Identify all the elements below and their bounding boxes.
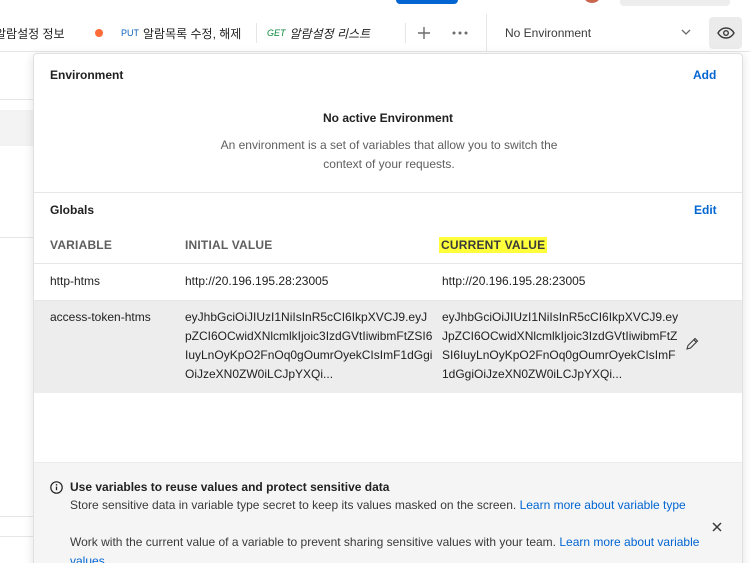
divider: [0, 516, 34, 517]
divider: [0, 99, 34, 100]
table-row[interactable]: access-token-htms eyJhbGciOiJIUzI1NiIsIn…: [34, 301, 742, 393]
empty-environment-title: No active Environment: [322, 111, 454, 125]
column-header-initial-value: INITIAL VALUE: [185, 238, 273, 252]
close-icon[interactable]: [710, 520, 724, 534]
more-tabs-button[interactable]: [447, 20, 473, 46]
unsaved-dot-icon: [94, 29, 103, 37]
environment-selector-value: No Environment: [505, 26, 592, 40]
plus-icon: [418, 27, 430, 39]
tab-alarm-list-update[interactable]: PUT 알람목록 수정, 해제: [121, 14, 241, 52]
info-title: Use variables to reuse values and protec…: [70, 480, 390, 494]
avatar[interactable]: [585, 0, 599, 3]
globals-heading: Globals: [50, 203, 95, 217]
tab-alarm-settings-info[interactable]: 알람설정 정보: [0, 14, 121, 52]
tab-alarm-settings-list[interactable]: GET 알람설정 리스트: [267, 14, 370, 52]
method-badge: GET: [267, 28, 286, 38]
divider: [0, 237, 34, 238]
tab-divider: [405, 23, 406, 43]
tab-label: 알람설정 정보: [0, 26, 65, 41]
method-badge: PUT: [121, 28, 139, 38]
background-row: [0, 110, 34, 146]
environment-heading: Environment: [50, 68, 124, 82]
info-text: Work with the current value of a variabl…: [70, 535, 560, 549]
table-row[interactable]: http-htms http://20.196.195.28:23005 htt…: [34, 264, 742, 300]
top-header-strip: [0, 0, 750, 14]
variable-name: http-htms: [50, 274, 101, 288]
variable-name: access-token-htms: [50, 310, 151, 324]
environment-quick-look-popover: Environment Add No active Environment An…: [33, 53, 743, 563]
environment-selector[interactable]: No Environment: [486, 14, 706, 52]
initial-value: http://20.196.195.28:23005: [185, 274, 329, 288]
learn-more-variable-type-link[interactable]: Learn more about variable type: [520, 498, 686, 512]
column-header-current-value: CURRENT VALUE: [439, 237, 548, 253]
tab-divider: [256, 23, 257, 43]
add-environment-link[interactable]: Add: [693, 68, 716, 82]
info-text-current-value: Work with the current value of a variabl…: [70, 533, 700, 563]
ellipsis-icon: [452, 31, 468, 35]
request-tab-bar: 알람설정 정보 PUT 알람목록 수정, 해제 GET 알람설정 리스트 No …: [0, 14, 750, 52]
initial-value: eyJhbGciOiJIUzI1NiIsInR5cCI6IkpXVCJ9.eyJ…: [185, 310, 433, 381]
column-header-variable: VARIABLE: [50, 238, 113, 252]
divider: [0, 536, 34, 537]
background-request-panel: [0, 52, 34, 563]
current-value[interactable]: eyJhbGciOiJIUzI1NiIsInR5cCI6IkpXVCJ9.eyJ…: [442, 308, 682, 384]
info-text: Store sensitive data in variable type se…: [70, 498, 520, 512]
eye-icon: [716, 27, 735, 39]
tab-label: 알람설정 리스트: [289, 26, 371, 41]
new-tab-button[interactable]: [411, 20, 437, 46]
section-divider: [34, 192, 742, 193]
pencil-icon[interactable]: [685, 337, 699, 351]
chevron-down-icon: [681, 29, 691, 35]
header-search-box[interactable]: [620, 0, 730, 6]
empty-environment-description: An environment is a set of variables tha…: [220, 138, 558, 171]
header-primary-button[interactable]: [396, 0, 458, 4]
edit-globals-link[interactable]: Edit: [694, 203, 717, 217]
variables-info-banner: Use variables to reuse values and protec…: [34, 462, 742, 563]
current-value[interactable]: http://20.196.195.28:23005: [442, 272, 682, 291]
info-text-secret: Store sensitive data in variable type se…: [70, 496, 700, 515]
info-icon: [50, 481, 63, 494]
tab-label: 알람목록 수정, 해제: [143, 26, 242, 41]
environment-quick-look-button[interactable]: [709, 17, 742, 49]
